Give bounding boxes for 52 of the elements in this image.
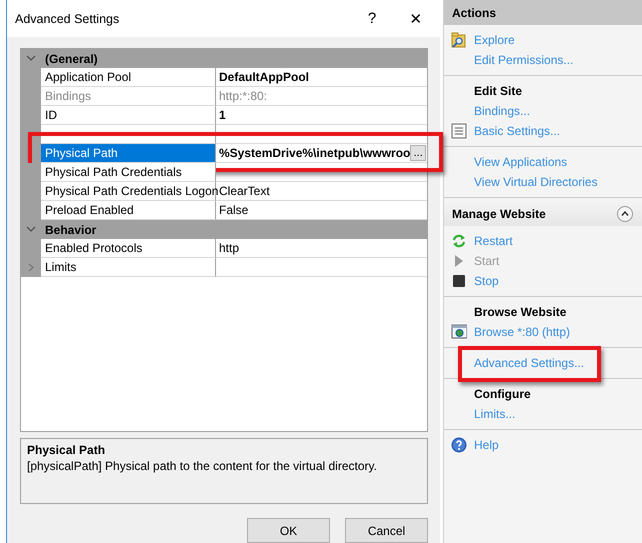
folder-search-icon[interactable] bbox=[451, 32, 467, 48]
property-value: ClearText bbox=[219, 184, 271, 198]
action-link[interactable]: Edit Permissions... bbox=[474, 53, 574, 67]
property-value: http:*:80: bbox=[219, 89, 268, 103]
close-button[interactable]: ✕ bbox=[396, 4, 436, 34]
property-name[interactable]: Preload Enabled bbox=[41, 201, 216, 220]
group-heading: Browse Website bbox=[474, 305, 566, 319]
property-name[interactable]: Physical Path Credentials bbox=[41, 163, 216, 182]
action-link[interactable]: Basic Settings... bbox=[474, 124, 560, 138]
chevron-up-icon bbox=[621, 211, 629, 216]
settings-page-icon[interactable] bbox=[451, 123, 467, 139]
group-heading: Edit Site bbox=[474, 84, 522, 98]
action-link[interactable]: Browse *:80 (http) bbox=[474, 325, 570, 339]
collapse-chevron-icon[interactable] bbox=[26, 226, 36, 233]
browse-button[interactable]: ... bbox=[410, 145, 426, 161]
action-link[interactable]: Bindings... bbox=[474, 104, 530, 118]
collapse-button[interactable] bbox=[617, 206, 633, 222]
property-value: 1 bbox=[219, 108, 227, 122]
description-title: Physical Path bbox=[27, 443, 106, 457]
action-link[interactable]: Restart bbox=[474, 234, 513, 248]
category-header: (General) bbox=[41, 49, 427, 68]
panel-title: Actions bbox=[444, 0, 642, 25]
property-value: %SystemDrive%\inetpub\wwwroo bbox=[219, 146, 410, 160]
collapse-chevron-icon[interactable] bbox=[26, 55, 36, 62]
stop-icon[interactable] bbox=[451, 273, 467, 289]
property-name[interactable]: Application Pool bbox=[41, 68, 216, 87]
action-link[interactable]: Stop bbox=[474, 274, 499, 288]
help-button[interactable]: ? bbox=[352, 4, 392, 34]
action-link[interactable]: Help bbox=[474, 438, 499, 452]
ok-button[interactable]: OK bbox=[247, 518, 330, 543]
cancel-button[interactable]: Cancel bbox=[345, 518, 428, 543]
action-link[interactable]: Advanced Settings... bbox=[474, 356, 584, 370]
property-name[interactable]: ID bbox=[41, 106, 216, 125]
property-name[interactable]: Limits bbox=[41, 258, 216, 277]
property-name[interactable]: Physical Path bbox=[41, 144, 216, 163]
help-icon[interactable] bbox=[451, 437, 467, 453]
action-link[interactable]: Explore bbox=[474, 33, 515, 47]
section-title: Manage Website bbox=[452, 206, 546, 220]
browser-globe-icon[interactable] bbox=[451, 324, 467, 340]
property-value: DefaultAppPool bbox=[219, 70, 310, 84]
refresh-icon[interactable] bbox=[451, 233, 467, 249]
group-heading: Configure bbox=[474, 387, 531, 401]
window-title: Advanced Settings bbox=[15, 12, 120, 26]
category-header: Behavior bbox=[41, 220, 427, 239]
action-link[interactable]: View Virtual Directories bbox=[474, 175, 598, 189]
description-text: [physicalPath] Physical path to the content for the virtual directory. bbox=[27, 459, 378, 473]
action-link[interactable]: View Applications bbox=[474, 155, 568, 169]
property-value: False bbox=[219, 203, 250, 217]
property-name[interactable]: Enabled Protocols bbox=[41, 239, 216, 258]
property-name[interactable]: Physical Path Credentials Logon bbox=[41, 182, 216, 201]
action-link[interactable]: Limits... bbox=[474, 407, 516, 421]
property-value: http bbox=[219, 241, 240, 255]
